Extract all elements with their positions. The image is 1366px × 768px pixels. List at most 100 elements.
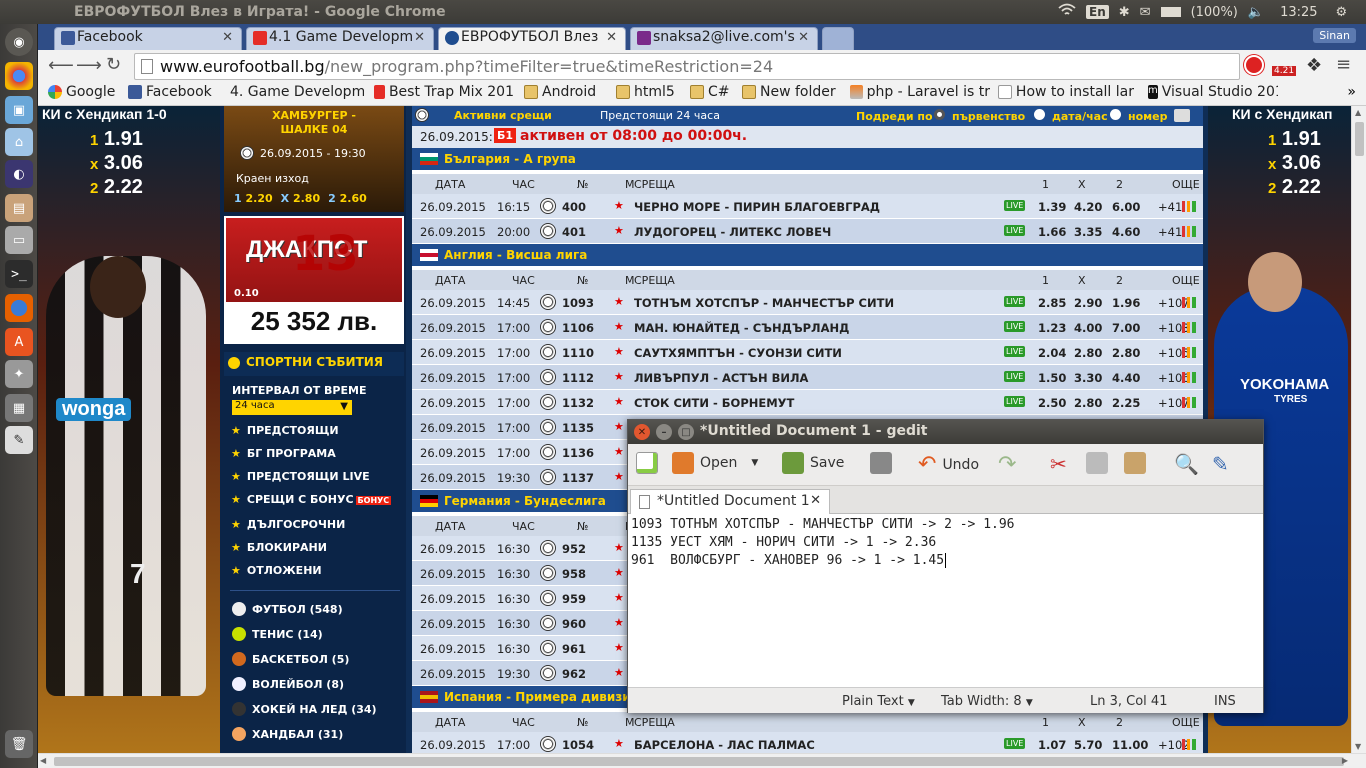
favorite-star-icon[interactable]: ★ [614,395,624,408]
match-row[interactable]: 26.09.2015 17:00 1110 ★ САУТХЯМПТЪН - СУОНЗИ… [412,340,1203,365]
odd-o1[interactable]: 2.04 [1038,346,1066,360]
interval-select[interactable]: 24 часа ▼ [232,400,352,415]
odd-ox[interactable]: 3.35 [1074,225,1102,239]
close-icon[interactable]: ✕ [414,30,425,45]
stats-icon[interactable] [1182,739,1196,750]
odd-o1[interactable]: 1.50 [1038,371,1066,385]
sort-radio-date[interactable] [1034,109,1045,120]
wifi-icon[interactable] [1058,3,1076,21]
text-editor-icon[interactable]: ✎ [5,426,33,454]
match-name[interactable]: БАРСЕЛОНА - ЛАС ПАЛМАС [634,738,815,752]
odd-o1[interactable]: 1.39 [1038,200,1066,214]
scroll-left-icon[interactable]: ◀ [40,756,46,765]
match-name[interactable]: СТОК СИТИ - БОРНЕМУТ [634,396,794,410]
favorite-star-icon[interactable]: ★ [614,566,624,579]
match-row[interactable]: 26.09.2015 16:15 400 ★ ЧЕРНО МОРЕ - ПИРИН БЛ… [412,194,1203,219]
undo-button[interactable]: ↶ Undo [918,452,979,477]
diagram-icon[interactable]: ⌂ [5,128,33,156]
more-bets[interactable]: +41 [1158,200,1182,214]
favorite-star-icon[interactable]: ★ [614,541,624,554]
clock[interactable]: 13:25 [1280,5,1317,20]
scroll-thumb[interactable] [54,757,1344,766]
close-icon[interactable]: ✕ [798,30,809,45]
bookmark-game-dev[interactable]: 4. Game Developm [226,84,364,100]
replace-button[interactable]: ✎ [1212,452,1229,476]
odd-ox[interactable]: 2.80 [1074,346,1102,360]
stats-icon[interactable] [1182,397,1196,408]
favorite-star-icon[interactable]: ★ [614,199,624,212]
left-advert[interactable]: КИ с Хендикап 1-0 1 1.91 x 3.06 2 2.22 w… [38,106,220,753]
sport-item[interactable]: ХОКЕЙ НА ЛЕД (34) [232,702,377,716]
odd-ox[interactable]: 2.80 [1074,396,1102,410]
scroll-down-icon[interactable]: ▼ [1355,742,1361,751]
new-document-button[interactable] [636,452,658,474]
favorite-star-icon[interactable]: ★ [614,420,624,433]
tab-game-development[interactable]: 4.1 Game Developm ✕ [246,27,434,50]
horizontal-scrollbar[interactable]: ◀ ▶ [38,753,1366,768]
box-icon[interactable]: ▣ [5,96,33,124]
settings-gear-icon[interactable]: ⚙ [1336,5,1348,20]
volume-icon[interactable]: 🔈 [1248,5,1264,20]
odd-o1[interactable]: 1.07 [1038,738,1066,752]
match-name[interactable]: САУТХЯМПТЪН - СУОНЗИ СИТИ [634,346,842,360]
more-bets[interactable]: +41 [1158,225,1182,239]
odd-o1[interactable]: 1.66 [1038,225,1066,239]
bookmark-android[interactable]: Android [524,84,596,100]
sport-item[interactable]: БАСКЕТБОЛ (5) [232,652,349,666]
bookmark-csharp[interactable]: C# [690,84,730,100]
extension-icon[interactable]: ❖ [1306,55,1322,76]
vertical-scrollbar[interactable]: ▲ ▼ [1351,106,1366,753]
match-row[interactable]: 26.09.2015 14:45 1093 ★ ТОТНЪМ ХОТСПЪР - МАН… [412,290,1203,315]
back-icon[interactable]: ⟵ [48,55,74,76]
featured-match-box[interactable]: ХАМБУРГЕР - ШАЛКЕ 04 26.09.2015 - 19:30 … [224,106,404,212]
odd-o2[interactable]: 4.40 [1112,371,1140,385]
adblock-icon[interactable] [1244,55,1264,75]
battery-icon[interactable] [1160,7,1181,17]
league-header[interactable]: Англия - Висша лига [412,244,1203,266]
final-result-odds[interactable]: 1 2.20 X 2.80 2 2.60 [234,192,367,205]
match-name[interactable]: ЧЕРНО МОРЕ - ПИРИН БЛАГОЕВГРАД [634,200,880,214]
text-editor-area[interactable]: 1093 ТОТНЪМ ХОТСПЪР - МАНЧЕСТЪР СИТИ -> … [628,514,1263,687]
software-center-icon[interactable]: A [5,328,33,356]
odd-o2[interactable]: 7.00 [1112,321,1140,335]
sort-label-date[interactable]: дата/час [1052,110,1108,123]
save-button[interactable]: Save [782,452,844,474]
odd-o1[interactable]: 2.85 [1038,296,1066,310]
profile-name[interactable]: Sinan [1313,28,1356,43]
scroll-right-icon[interactable]: ▶ [1342,756,1348,765]
favorite-star-icon[interactable]: ★ [614,616,624,629]
stats-icon[interactable] [1182,372,1196,383]
find-button[interactable]: 🔍 [1174,452,1199,476]
eclipse-icon[interactable]: ◐ [5,160,33,188]
match-name[interactable]: ТОТНЪМ ХОТСПЪР - МАНЧЕСТЪР СИТИ [634,296,894,310]
menu-long-term[interactable]: ★ ДЪЛГОСРОЧНИ [231,518,345,531]
bookmark-facebook[interactable]: Facebook [128,84,212,100]
calculator-icon[interactable]: ▦ [5,394,33,422]
extension-badge[interactable]: 4.21 [1272,66,1297,76]
tab-facebook[interactable]: Facebook ✕ [54,27,242,50]
reload-icon[interactable]: ↻ [106,54,121,75]
language-selector[interactable]: Plain Text ▼ [842,694,915,709]
tab-eurofootball[interactable]: ЕВРОФУТБОЛ Влез ✕ [438,27,626,50]
favorite-star-icon[interactable]: ★ [614,320,624,333]
close-icon[interactable]: ✕ [606,30,617,45]
odd-o2[interactable]: 4.60 [1112,225,1140,239]
system-settings-icon[interactable]: ✦ [5,360,33,388]
gedit-window[interactable]: ✕ – □ *Untitled Document 1 - gedit Open ▼… [627,419,1264,713]
bluetooth-icon[interactable]: ✱ [1119,5,1130,20]
stats-icon[interactable] [1182,226,1196,237]
menu-upcoming-live[interactable]: ★ ПРЕДСТОЯЩИ LIVE [231,470,370,483]
bookmark-html5[interactable]: html5 [616,84,675,100]
new-tab-button[interactable] [822,27,854,50]
favorite-star-icon[interactable]: ★ [614,224,624,237]
odd-o2[interactable]: 2.25 [1112,396,1140,410]
mail-icon[interactable]: ✉ [1140,5,1151,20]
open-button[interactable]: Open ▼ [672,452,758,474]
sport-item[interactable]: ТЕНИС (14) [232,627,323,641]
firefox-icon[interactable] [5,294,33,322]
favorite-star-icon[interactable]: ★ [614,370,624,383]
bookmark-google[interactable]: Google [48,84,115,100]
match-name[interactable]: ЛИВЪРПУЛ - АСТЪН ВИЛА [634,371,808,385]
maximize-window-icon[interactable]: □ [678,424,694,440]
address-bar[interactable]: www.eurofootball.bg/new_program.php?time… [134,53,1240,80]
